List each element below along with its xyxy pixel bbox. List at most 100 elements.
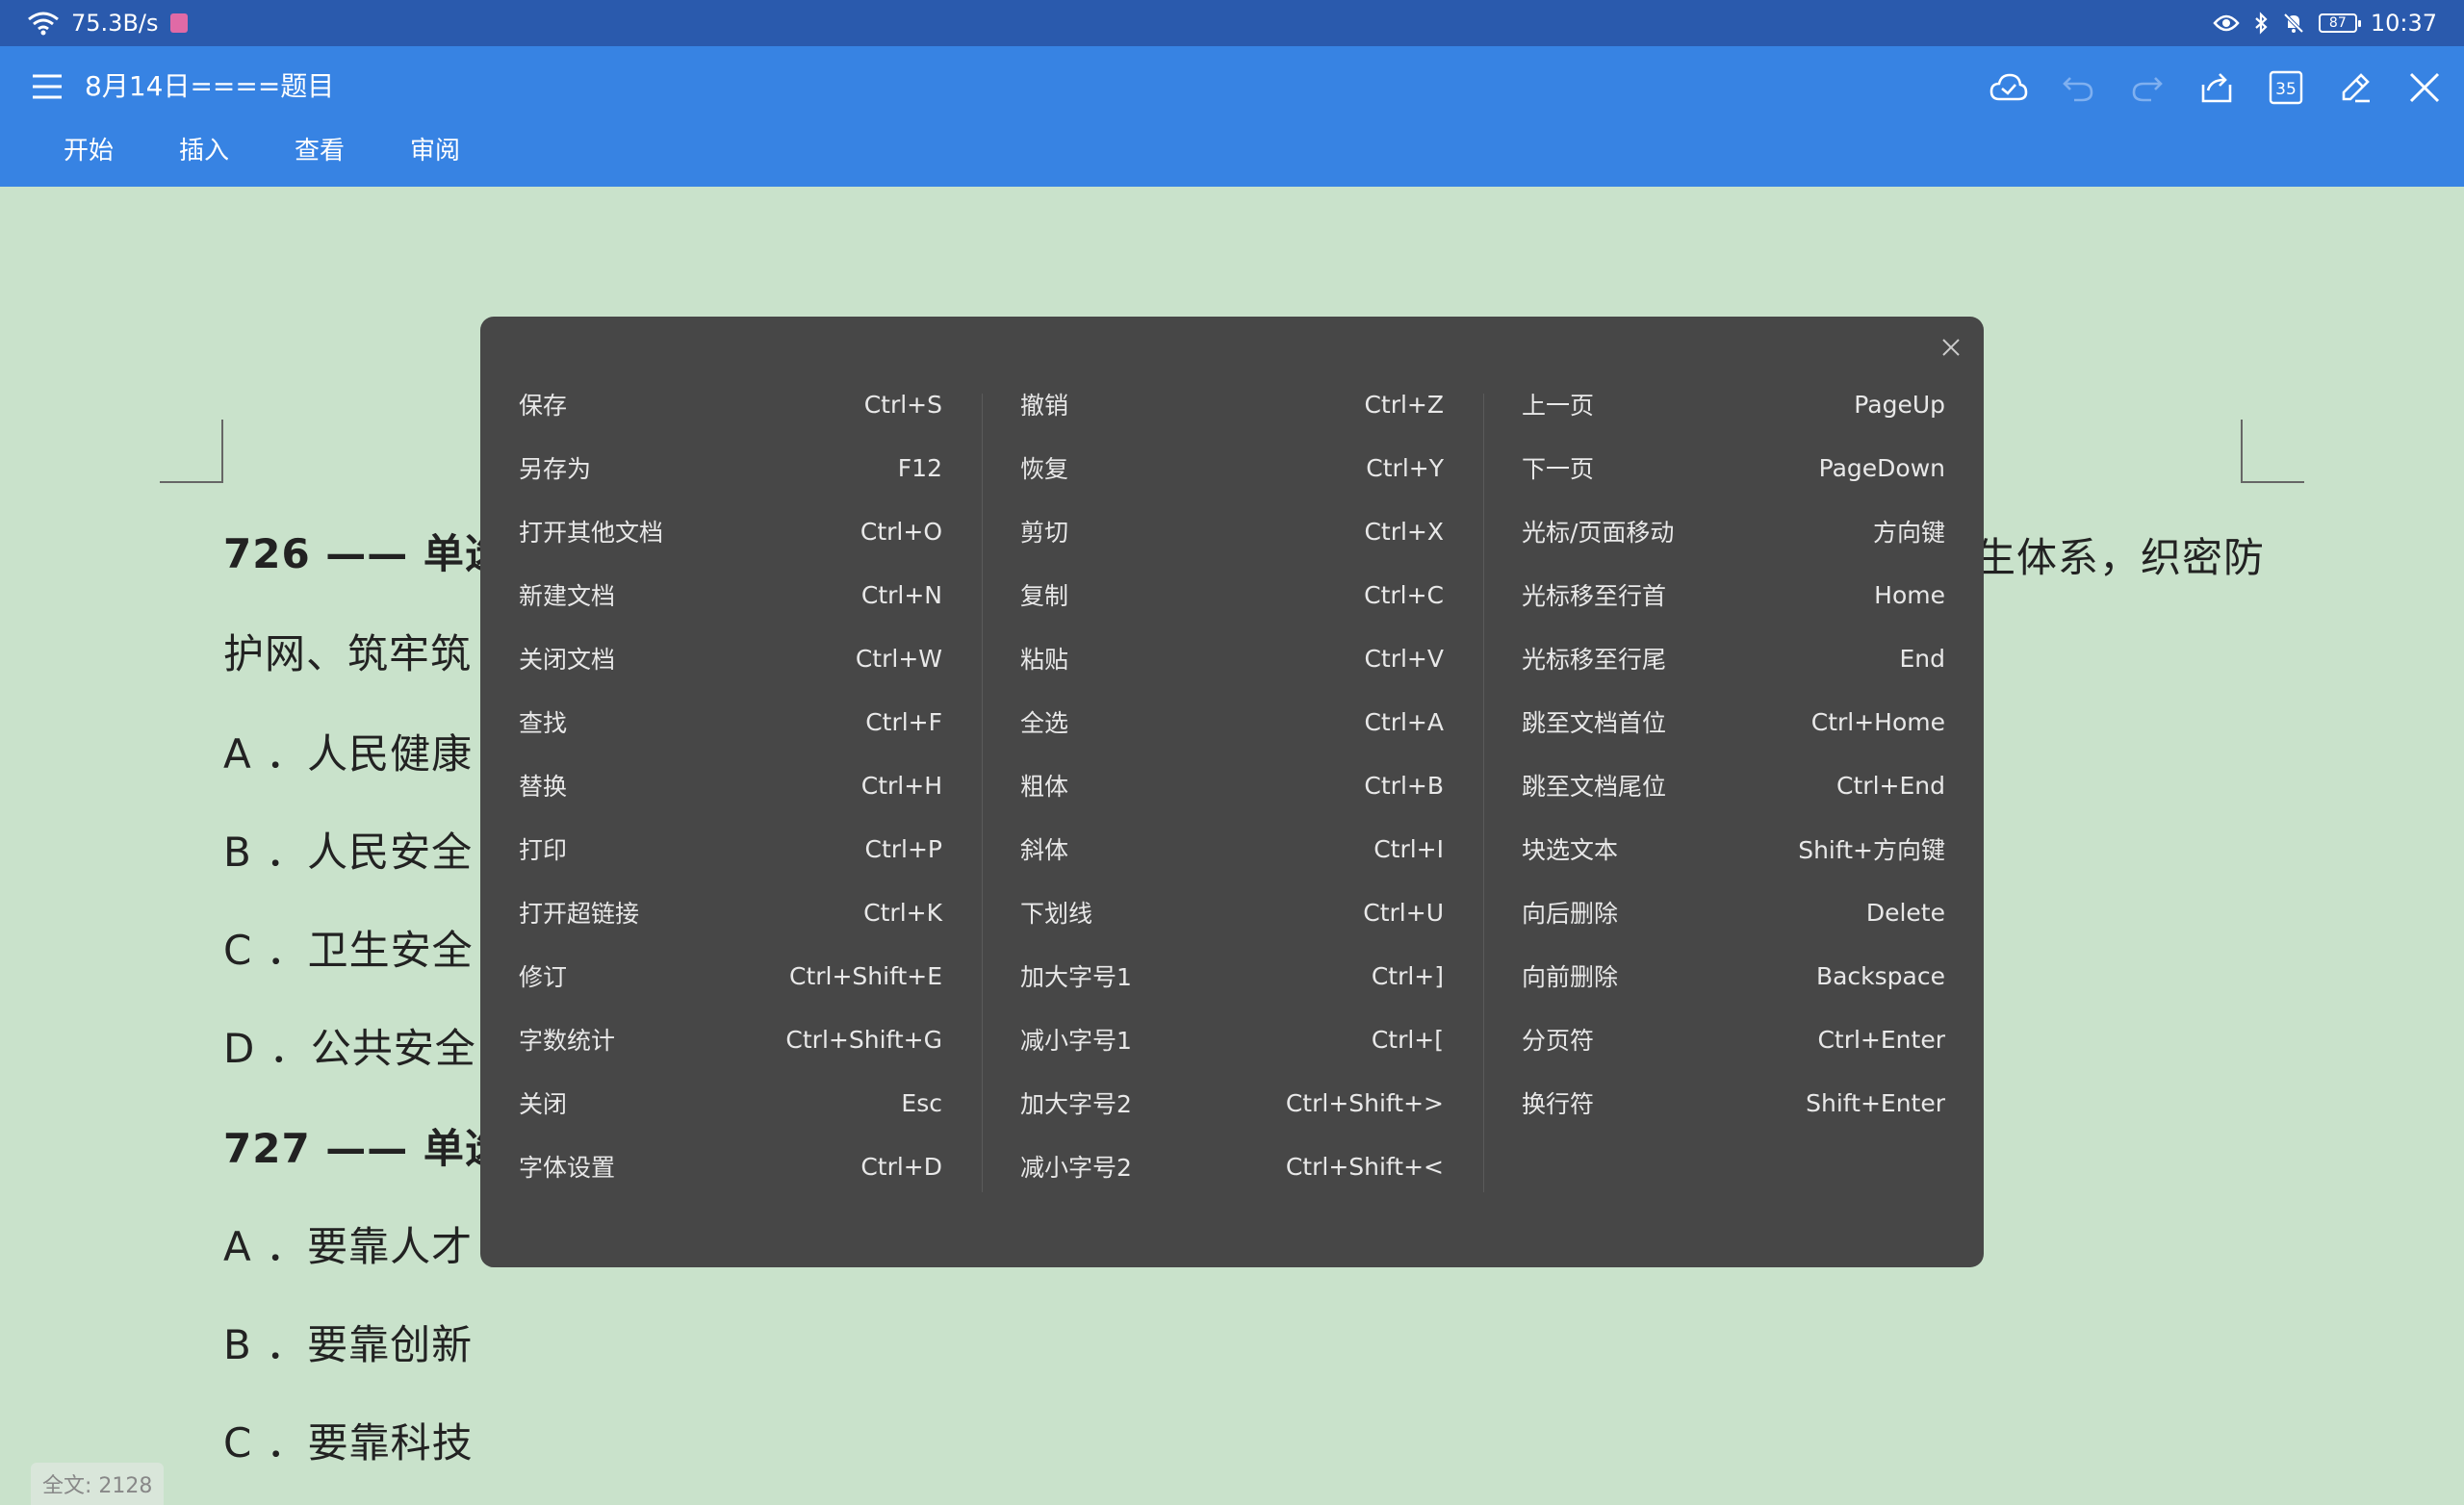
shortcut-row[interactable]: 加大字号1 Ctrl+]: [1020, 944, 1444, 1008]
close-document-button[interactable]: [2399, 62, 2451, 114]
shortcut-row[interactable]: 复制 Ctrl+C: [1020, 563, 1444, 626]
cloud-sync-button[interactable]: [1983, 62, 2035, 114]
shortcut-row[interactable]: 减小字号2 Ctrl+Shift+<: [1020, 1135, 1444, 1198]
shortcut-row[interactable]: 向前删除 Backspace: [1522, 944, 1945, 1008]
undo-button[interactable]: [2052, 62, 2104, 114]
shortcut-row[interactable]: 光标移至行首 Home: [1522, 563, 1945, 626]
shortcut-row[interactable]: 撤销 Ctrl+Z: [1020, 372, 1444, 436]
shortcut-row[interactable]: 替换 Ctrl+H: [519, 753, 942, 817]
shortcut-row[interactable]: 另存为 F12: [519, 436, 942, 499]
shortcut-key: Ctrl+P: [864, 834, 942, 863]
shortcut-row[interactable]: 光标移至行尾 End: [1522, 626, 1945, 690]
pencil-icon: [2342, 73, 2370, 103]
shortcut-key: Ctrl+U: [1363, 898, 1444, 927]
shortcut-key: Ctrl+Shift+E: [789, 961, 942, 990]
shortcut-row[interactable]: 恢复 Ctrl+Y: [1020, 436, 1444, 499]
shortcut-row[interactable]: 跳至文档尾位 Ctrl+End: [1522, 753, 1945, 817]
shortcut-row[interactable]: 关闭文档 Ctrl+W: [519, 626, 942, 690]
shortcut-row[interactable]: 斜体 Ctrl+I: [1020, 817, 1444, 880]
shortcut-label: 光标移至行尾: [1522, 646, 1667, 674]
shortcut-label: 粗体: [1020, 773, 1069, 801]
battery-icon: 87: [2318, 13, 2361, 33]
shortcut-label: 保存: [519, 392, 568, 420]
shortcut-row[interactable]: 下划线 Ctrl+U: [1020, 880, 1444, 944]
bluetooth-icon: [2253, 12, 2269, 35]
undo-icon: [2063, 77, 2093, 102]
shortcut-label: 加大字号1: [1020, 963, 1132, 991]
page-count-button[interactable]: 35: [2260, 62, 2312, 114]
question-text-fragment: 生体系，织密防: [1975, 534, 2266, 581]
tab-review[interactable]: 审阅: [377, 129, 493, 173]
shortcut-key: Ctrl+X: [1364, 517, 1444, 546]
shortcut-label: 减小字号1: [1020, 1027, 1132, 1055]
shortcut-key: Ctrl+B: [1364, 771, 1444, 800]
shortcut-key: Ctrl+Z: [1364, 390, 1444, 419]
shortcut-label: 块选文本: [1522, 836, 1619, 864]
shortcut-row[interactable]: 全选 Ctrl+A: [1020, 690, 1444, 753]
shortcut-key: Ctrl+V: [1364, 644, 1444, 673]
document-title: 8月14日====题目: [85, 70, 335, 102]
shortcut-row[interactable]: 查找 Ctrl+F: [519, 690, 942, 753]
redo-button[interactable]: [2121, 62, 2173, 114]
dialog-close-button[interactable]: [1932, 328, 1970, 367]
eye-icon: [2213, 13, 2240, 33]
question-heading: 727 —— 单选: [223, 1125, 506, 1172]
shortcut-row[interactable]: 字数统计 Ctrl+Shift+G: [519, 1008, 942, 1071]
shortcut-label: 另存为: [519, 455, 592, 483]
option-line: C ．卫生安全: [223, 927, 474, 974]
shortcut-row[interactable]: 换行符 Shift+Enter: [1522, 1071, 1945, 1135]
shortcut-label: 加大字号2: [1020, 1090, 1132, 1118]
shortcut-row[interactable]: 剪切 Ctrl+X: [1020, 499, 1444, 563]
tab-insert[interactable]: 插入: [146, 129, 262, 173]
page-count-icon: 35: [2269, 70, 2303, 105]
option-line: B ．人民安全: [223, 829, 474, 876]
shortcut-label: 撤销: [1020, 392, 1069, 420]
shortcut-label: 减小字号2: [1020, 1154, 1132, 1182]
shortcut-key: Home: [1874, 580, 1945, 609]
shortcut-row[interactable]: 跳至文档首位 Ctrl+Home: [1522, 690, 1945, 753]
question-text: 护网、筑牢筑: [223, 630, 473, 677]
share-button[interactable]: [2191, 62, 2243, 114]
option-line: B ．要靠创新: [223, 1321, 474, 1368]
shortcut-row[interactable]: 打印 Ctrl+P: [519, 817, 942, 880]
shortcut-row[interactable]: 减小字号1 Ctrl+[: [1020, 1008, 1444, 1071]
shortcut-row[interactable]: 打开超链接 Ctrl+K: [519, 880, 942, 944]
shortcut-key: Ctrl+S: [863, 390, 942, 419]
shortcut-row[interactable]: 向后删除 Delete: [1522, 880, 1945, 944]
shortcut-row[interactable]: 保存 Ctrl+S: [519, 372, 942, 436]
shortcut-row[interactable]: 修订 Ctrl+Shift+E: [519, 944, 942, 1008]
shortcut-key: Ctrl+I: [1373, 834, 1444, 863]
shortcut-key: Ctrl+F: [865, 707, 942, 736]
shortcut-row[interactable]: 块选文本 Shift+方向键: [1522, 817, 1945, 880]
shortcut-row[interactable]: 上一页 PageUp: [1522, 372, 1945, 436]
shortcut-label: 全选: [1020, 709, 1069, 737]
shortcut-column-edit: 撤销 Ctrl+Z 恢复 Ctrl+Y 剪切 Ctrl+X 复制 Ctrl+C 粘贴 Ctrl+V…: [1020, 372, 1444, 1198]
shortcut-row[interactable]: 粗体 Ctrl+B: [1020, 753, 1444, 817]
shortcut-key: End: [1899, 644, 1945, 673]
keyboard-shortcuts-dialog: 保存 Ctrl+S 另存为 F12 打开其他文档 Ctrl+O 新建文档 Ctrl+N 关闭文档…: [480, 317, 1984, 1267]
shortcut-row[interactable]: 分页符 Ctrl+Enter: [1522, 1008, 1945, 1071]
edit-button[interactable]: [2329, 62, 2381, 114]
shortcut-row[interactable]: 打开其他文档 Ctrl+O: [519, 499, 942, 563]
shortcut-row[interactable]: 下一页 PageDown: [1522, 436, 1945, 499]
tab-home[interactable]: 开始: [29, 129, 146, 173]
shortcut-key: Delete: [1865, 898, 1945, 927]
shortcut-row[interactable]: 加大字号2 Ctrl+Shift+>: [1020, 1071, 1444, 1135]
status-left: 75.3B/s: [27, 0, 188, 46]
shortcut-key: 方向键: [1872, 519, 1945, 547]
shortcut-row[interactable]: 字体设置 Ctrl+D: [519, 1135, 942, 1198]
tab-view[interactable]: 查看: [262, 129, 377, 173]
menu-icon[interactable]: [29, 67, 67, 106]
word-count[interactable]: 全文: 2128: [31, 1463, 165, 1505]
shortcut-row[interactable]: 关闭 Esc: [519, 1071, 942, 1135]
column-divider: [982, 394, 983, 1192]
shortcut-label: 粘贴: [1020, 646, 1069, 674]
shortcut-label: 关闭: [519, 1090, 568, 1118]
shortcut-row[interactable]: 光标/页面移动 方向键: [1522, 499, 1945, 563]
shortcut-row[interactable]: 新建文档 Ctrl+N: [519, 563, 942, 626]
app-toolbar: 8月14日====题目 35 开始 插入 查看 审阅: [0, 46, 2464, 187]
option-line: D ．公共安全: [223, 1025, 476, 1072]
close-icon: [2409, 72, 2440, 103]
shortcut-row[interactable]: 粘贴 Ctrl+V: [1020, 626, 1444, 690]
wifi-icon: [27, 11, 60, 36]
